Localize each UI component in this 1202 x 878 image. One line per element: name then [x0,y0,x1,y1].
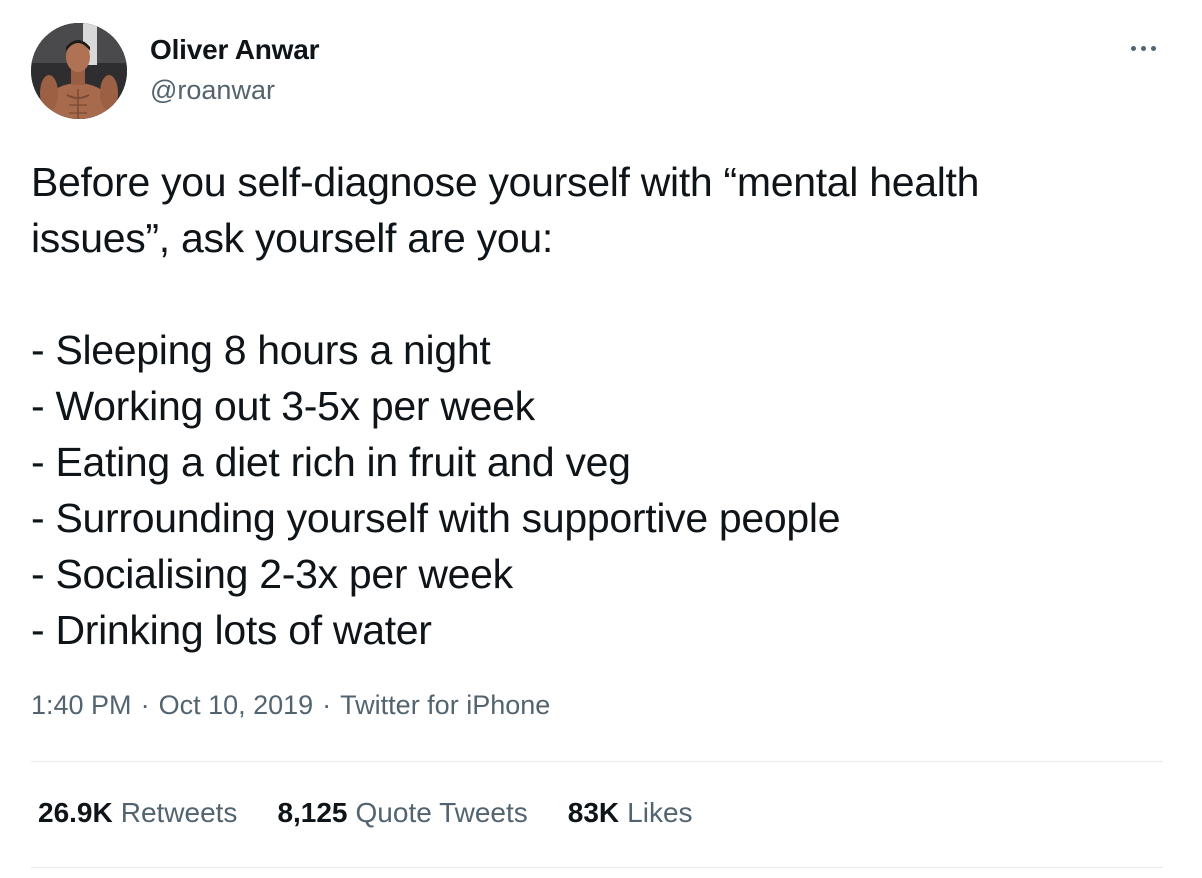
tweet-list-item: - Working out 3-5x per week [31,383,535,429]
avatar-photo-icon [31,23,127,119]
likes-label: Likes [627,797,693,828]
author-handle[interactable]: @roanwar [150,75,275,106]
divider [31,761,1163,762]
tweet-stats: 26.9K Retweets 8,125 Quote Tweets 83K Likes [38,797,693,829]
separator-dot: · [322,690,332,720]
retweets-count: 26.9K [38,797,113,828]
tweet-time: 1:40 PM [31,690,132,720]
tweet-text-line: Before you self-diagnose yourself with “… [31,159,980,205]
divider [31,867,1163,868]
tweet-list-item: - Drinking lots of water [31,607,432,653]
tweet-date: Oct 10, 2019 [158,690,314,720]
tweet-card: Oliver Anwar @roanwar Before you self-di… [0,0,1202,878]
likes-count: 83K [567,797,620,828]
tweet-list-item: - Surrounding yourself with supportive p… [31,495,841,541]
more-options-button[interactable] [1118,32,1168,64]
more-dot-icon [1140,45,1146,51]
likes-stat-link[interactable]: 83K Likes [568,797,693,829]
tweet-list-item: - Eating a diet rich in fruit and veg [31,439,631,485]
author-name[interactable]: Oliver Anwar [150,34,319,66]
more-dot-icon [1150,45,1156,51]
tweet-timestamp-link[interactable]: 1:40 PM · Oct 10, 2019 [31,690,313,720]
tweet-list-item: - Socialising 2-3x per week [31,551,513,597]
retweets-label: Retweets [120,797,238,828]
tweet-text-line: issues”, ask yourself are you: [31,215,553,261]
author-avatar[interactable] [31,23,127,119]
tweet-list-item: - Sleeping 8 hours a night [31,327,491,373]
quote-tweets-count: 8,125 [277,797,348,828]
tweet-source-link[interactable]: Twitter for iPhone [340,690,550,720]
tweet-text: Before you self-diagnose yourself with “… [31,154,1171,658]
separator-dot: · [140,690,150,720]
more-dot-icon [1130,45,1136,51]
quote-tweets-label: Quote Tweets [355,797,528,828]
tweet-metadata: 1:40 PM · Oct 10, 2019 · Twitter for iPhone [31,690,550,721]
retweets-stat-link[interactable]: 26.9K Retweets [38,797,237,829]
quote-tweets-stat-link[interactable]: 8,125 Quote Tweets [277,797,527,829]
